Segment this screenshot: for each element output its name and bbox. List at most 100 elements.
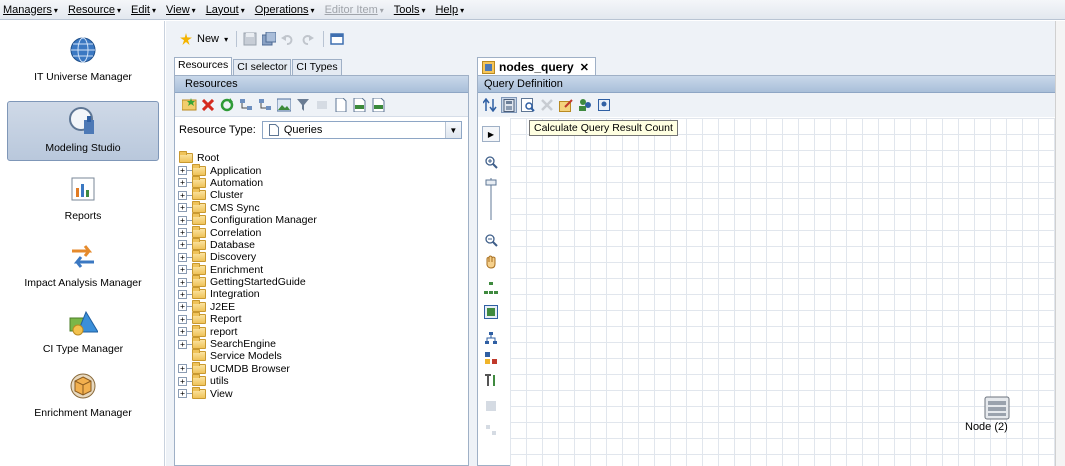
sidebar-item-it-universe-manager[interactable]: IT Universe Manager [7, 29, 159, 89]
tree-layout-icon[interactable] [482, 330, 500, 346]
tree-root[interactable]: Root [178, 151, 463, 164]
new-resource-icon[interactable] [181, 97, 197, 113]
tree-item[interactable]: + Application [178, 163, 463, 177]
new-button[interactable]: New ▾ [197, 33, 228, 45]
export-xml-icon[interactable] [352, 97, 368, 113]
expand-icon[interactable]: + [178, 389, 187, 399]
disabled-grid-icon[interactable] [482, 422, 500, 438]
expand-icon[interactable]: + [178, 166, 187, 176]
menu-view[interactable]: View ▾ [166, 4, 196, 16]
expand-icon[interactable]: + [178, 302, 187, 312]
tab-ci-types[interactable]: CI Types [292, 59, 342, 75]
expand-icon[interactable]: + [178, 215, 187, 225]
permissions-icon[interactable] [596, 97, 612, 113]
expand-panel-icon[interactable]: ▶ [482, 126, 500, 142]
zoom-in-icon[interactable] [482, 154, 500, 170]
sidebar-item-impact-analysis-manager[interactable]: Impact Analysis Manager [7, 235, 159, 295]
zoom-slider[interactable] [482, 176, 500, 222]
tab-nodes-query[interactable]: nodes_query ✕ [477, 57, 596, 75]
expand-icon[interactable]: + [178, 289, 187, 299]
tree-item[interactable]: + CMS Sync [178, 200, 463, 214]
tree-item[interactable]: + Automation [178, 175, 463, 189]
menu-editor-item[interactable]: Editor Item ▾ [325, 4, 384, 16]
tree-item[interactable]: + Configuration Manager [178, 213, 463, 226]
filter-icon[interactable] [295, 97, 311, 113]
dropdown-arrow-icon[interactable]: ▼ [444, 122, 461, 138]
menu-operations[interactable]: Operations ▾ [255, 4, 315, 16]
tree-item[interactable]: + Database [178, 237, 463, 251]
menu-help[interactable]: Help ▾ [435, 4, 464, 16]
resource-type-select[interactable]: Queries ▼ [261, 121, 462, 139]
tree-item[interactable]: Service Models [178, 349, 463, 362]
expand-icon[interactable]: + [178, 203, 187, 213]
tree-item[interactable]: + UCMDB Browser [178, 361, 463, 375]
sidebar-item-ci-type-manager[interactable]: CI Type Manager [7, 301, 159, 361]
document-icon[interactable] [333, 97, 349, 113]
redo-icon[interactable] [299, 31, 315, 47]
tree-expand-icon[interactable] [238, 97, 254, 113]
layout-properties-icon[interactable] [482, 350, 500, 366]
close-icon[interactable]: ✕ [580, 61, 589, 74]
tab-resources[interactable]: Resources [174, 57, 233, 75]
menu-layout[interactable]: Layout ▾ [206, 4, 245, 16]
text-tool-icon[interactable] [482, 372, 500, 388]
disabled-layout-icon[interactable] [482, 398, 500, 414]
expand-icon[interactable]: + [178, 277, 187, 287]
expand-icon[interactable]: + [178, 376, 187, 386]
tree-item[interactable]: + Cluster [178, 188, 463, 201]
sidebar-item-reports[interactable]: Reports [7, 168, 159, 228]
chevron-down-icon: ▾ [460, 5, 465, 15]
undo-icon[interactable] [280, 31, 296, 47]
tree-item[interactable]: + GettingStartedGuide [178, 275, 463, 288]
tree-item[interactable]: + report [178, 324, 463, 338]
tree-item[interactable]: + Discovery [178, 250, 463, 263]
pan-hand-icon[interactable] [482, 254, 500, 270]
expand-icon[interactable]: + [178, 228, 187, 238]
image-view-icon[interactable] [276, 97, 292, 113]
tree-item[interactable]: + SearchEngine [178, 337, 463, 350]
tree-item[interactable]: + Correlation [178, 225, 463, 239]
tab-ci-selector[interactable]: CI selector [233, 59, 292, 75]
zoom-out-icon[interactable] [482, 232, 500, 248]
delete-icon[interactable] [200, 97, 216, 113]
expand-icon[interactable]: + [178, 178, 187, 188]
import-xml-icon[interactable] [371, 97, 387, 113]
expand-icon[interactable]: + [178, 314, 187, 324]
refresh-icon[interactable] [219, 97, 235, 113]
expand-icon[interactable]: + [178, 240, 187, 250]
fit-to-window-icon[interactable] [482, 304, 500, 320]
menu-managers[interactable]: Managers ▾ [3, 4, 58, 16]
properties-icon[interactable] [558, 97, 574, 113]
tree-item[interactable]: + Integration [178, 287, 463, 300]
disabled-action-icon[interactable] [314, 97, 330, 113]
users-icon[interactable] [577, 97, 593, 113]
node-db-icon[interactable] [984, 396, 1010, 420]
expand-icon[interactable]: + [178, 252, 187, 262]
save-all-icon[interactable] [261, 31, 277, 47]
tree-item[interactable]: + J2EE [178, 299, 463, 313]
expand-icon[interactable]: + [178, 190, 187, 200]
tree-item[interactable]: + Enrichment [178, 262, 463, 276]
expand-icon[interactable]: + [178, 364, 187, 374]
tree-item[interactable]: + Report [178, 312, 463, 325]
expand-icon[interactable]: + [178, 327, 187, 337]
calculate-count-icon[interactable] [501, 97, 517, 113]
remove-disabled-icon[interactable] [539, 97, 555, 113]
expand-icon[interactable]: + [178, 265, 187, 275]
expand-icon[interactable]: + [178, 339, 187, 349]
save-icon[interactable] [242, 31, 258, 47]
preview-icon[interactable] [520, 97, 536, 113]
menu-resource[interactable]: Resource ▾ [68, 4, 121, 16]
menu-tools[interactable]: Tools ▾ [394, 4, 426, 16]
menu-edit[interactable]: Edit ▾ [131, 4, 156, 16]
tree-item[interactable]: + View [178, 386, 463, 400]
tree-collapse-icon[interactable] [257, 97, 273, 113]
sidebar-item-modeling-studio[interactable]: Modeling Studio [7, 101, 159, 161]
sidebar-item-enrichment-manager[interactable]: Enrichment Manager [7, 365, 159, 425]
hierarchy-layout-icon[interactable] [482, 280, 500, 296]
sort-arrows-icon[interactable] [482, 97, 498, 113]
window-icon[interactable] [329, 31, 345, 47]
tree-item[interactable]: + utils [178, 374, 463, 387]
node-label[interactable]: Node (2) [965, 421, 1008, 433]
query-canvas[interactable]: Node (2) [510, 118, 1065, 466]
